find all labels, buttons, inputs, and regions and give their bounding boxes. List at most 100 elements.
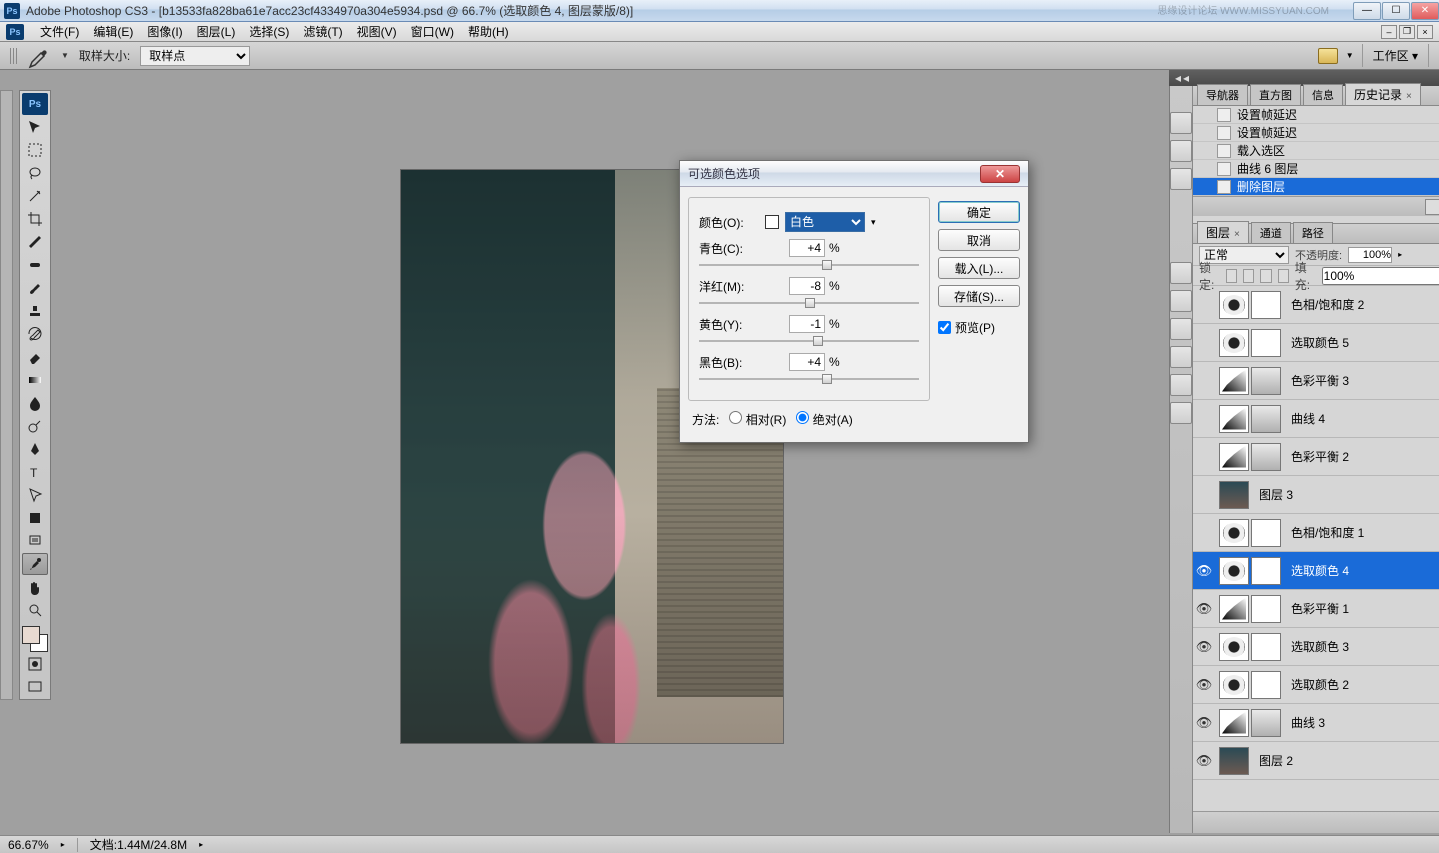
slider-thumb[interactable]: [813, 336, 823, 346]
layer-row[interactable]: 色相/饱和度 2: [1193, 286, 1439, 324]
close-icon[interactable]: ×: [1234, 229, 1240, 240]
path-select-tool[interactable]: [22, 484, 48, 506]
dock-info-icon[interactable]: [1170, 168, 1192, 190]
layer-mask-thumb[interactable]: [1251, 405, 1281, 433]
layer-name[interactable]: 曲线 3: [1291, 714, 1325, 731]
move-tool[interactable]: [22, 116, 48, 138]
tab-info[interactable]: 信息: [1303, 84, 1343, 105]
type-tool[interactable]: T: [22, 461, 48, 483]
menu-help[interactable]: 帮助(H): [462, 21, 515, 42]
close-icon[interactable]: ×: [1406, 91, 1412, 102]
history-item[interactable]: 载入选区: [1193, 142, 1439, 160]
layer-mask-thumb[interactable]: [1251, 443, 1281, 471]
dock-histogram-icon[interactable]: [1170, 140, 1192, 162]
layer-row[interactable]: 色相/饱和度 1: [1193, 514, 1439, 552]
layer-visibility-toggle[interactable]: 👁: [1193, 715, 1215, 731]
doc-minimize-button[interactable]: –: [1381, 25, 1397, 39]
history-item[interactable]: 设置帧延迟: [1193, 124, 1439, 142]
layer-row[interactable]: 图层 3: [1193, 476, 1439, 514]
layer-thumb[interactable]: [1219, 557, 1249, 585]
layer-thumb[interactable]: [1219, 291, 1249, 319]
tab-histogram[interactable]: 直方图: [1250, 84, 1301, 105]
layer-visibility-toggle[interactable]: 👁: [1193, 639, 1215, 655]
method-absolute-radio[interactable]: 绝对(A): [796, 411, 852, 428]
ok-button[interactable]: 确定: [938, 201, 1020, 223]
history-item[interactable]: 删除图层: [1193, 178, 1439, 196]
method-relative-radio[interactable]: 相对(R): [729, 411, 786, 428]
dialog-close-button[interactable]: ✕: [980, 165, 1020, 183]
select-arrow-icon[interactable]: ▾: [871, 217, 876, 228]
notes-tool[interactable]: [22, 530, 48, 552]
status-arrow-icon[interactable]: ▸: [199, 840, 203, 849]
layer-name[interactable]: 选取颜色 4: [1291, 562, 1349, 579]
layer-visibility-toggle[interactable]: 👁: [1193, 753, 1215, 769]
slider-value-input[interactable]: [789, 239, 825, 257]
stamp-tool[interactable]: [22, 300, 48, 322]
lock-all-button[interactable]: [1278, 269, 1289, 283]
tab-layers[interactable]: 图层×: [1197, 221, 1249, 243]
layer-name[interactable]: 图层 2: [1259, 752, 1293, 769]
layer-mask-thumb[interactable]: [1251, 519, 1281, 547]
dropdown-arrow-icon[interactable]: ▼: [61, 51, 69, 60]
dock-navigator-icon[interactable]: [1170, 112, 1192, 134]
eraser-tool[interactable]: [22, 346, 48, 368]
layer-name[interactable]: 色彩平衡 3: [1291, 372, 1349, 389]
bridge-icon[interactable]: [1318, 48, 1338, 64]
quickmask-toggle[interactable]: [22, 653, 48, 675]
slider-thumb[interactable]: [805, 298, 815, 308]
marquee-tool[interactable]: [22, 139, 48, 161]
cancel-button[interactable]: 取消: [938, 229, 1020, 251]
dock-styles-icon[interactable]: [1170, 318, 1192, 340]
dock-paragraph-icon[interactable]: [1170, 374, 1192, 396]
doc-close-button[interactable]: ×: [1417, 25, 1433, 39]
layer-mask-thumb[interactable]: [1251, 633, 1281, 661]
layer-name[interactable]: 选取颜色 2: [1291, 676, 1349, 693]
layer-mask-thumb[interactable]: [1251, 709, 1281, 737]
opacity-arrow-icon[interactable]: ▸: [1398, 250, 1402, 259]
lock-pixels-button[interactable]: [1243, 269, 1254, 283]
opacity-input[interactable]: [1348, 247, 1392, 263]
layer-name[interactable]: 图层 3: [1259, 486, 1293, 503]
layer-mask-thumb[interactable]: [1251, 329, 1281, 357]
layer-row[interactable]: 👁 曲线 3: [1193, 704, 1439, 742]
layer-mask-thumb[interactable]: [1251, 671, 1281, 699]
slider-value-input[interactable]: [789, 353, 825, 371]
zoom-tool[interactable]: [22, 599, 48, 621]
layer-thumb[interactable]: [1219, 633, 1249, 661]
layer-row[interactable]: 👁 选取颜色 4: [1193, 552, 1439, 590]
layer-thumb[interactable]: [1219, 481, 1249, 509]
layer-thumb[interactable]: [1219, 519, 1249, 547]
slider-thumb[interactable]: [822, 260, 832, 270]
layer-thumb[interactable]: [1219, 367, 1249, 395]
canvas-area[interactable]: 可选颜色选项 ✕ 颜色(O): 白色 ▾ 青色(C): %: [51, 70, 1169, 833]
menu-edit[interactable]: 编辑(E): [87, 21, 139, 42]
dialog-titlebar[interactable]: 可选颜色选项 ✕: [680, 161, 1028, 187]
slider-thumb[interactable]: [822, 374, 832, 384]
history-item[interactable]: 曲线 6 图层: [1193, 160, 1439, 178]
close-button[interactable]: ✕: [1411, 2, 1439, 20]
foreground-color-swatch[interactable]: [22, 626, 40, 644]
dock-character-icon[interactable]: [1170, 346, 1192, 368]
layer-thumb[interactable]: [1219, 443, 1249, 471]
layers-list[interactable]: 色相/饱和度 2 选取颜色 5 色彩平衡 3 曲线 4: [1193, 286, 1439, 811]
layer-visibility-toggle[interactable]: 👁: [1193, 563, 1215, 579]
minimize-button[interactable]: —: [1353, 2, 1381, 20]
menu-file[interactable]: 文件(F): [34, 21, 85, 42]
layer-row[interactable]: 曲线 4: [1193, 400, 1439, 438]
layer-visibility-toggle[interactable]: 👁: [1193, 601, 1215, 617]
layer-row[interactable]: 选取颜色 5: [1193, 324, 1439, 362]
load-button[interactable]: 载入(L)...: [938, 257, 1020, 279]
lasso-tool[interactable]: [22, 162, 48, 184]
menu-select[interactable]: 选择(S): [243, 21, 295, 42]
brush-tool[interactable]: [22, 277, 48, 299]
colors-select[interactable]: 白色: [785, 212, 865, 232]
layer-thumb[interactable]: [1219, 671, 1249, 699]
layer-name[interactable]: 色彩平衡 1: [1291, 600, 1349, 617]
slider-track[interactable]: [699, 336, 919, 346]
lock-position-button[interactable]: [1260, 269, 1271, 283]
layer-name[interactable]: 色相/饱和度 2: [1291, 296, 1364, 313]
slider-track[interactable]: [699, 260, 919, 270]
hand-tool[interactable]: [22, 576, 48, 598]
layer-mask-thumb[interactable]: [1251, 595, 1281, 623]
zoom-value[interactable]: 66.67%: [8, 838, 49, 852]
